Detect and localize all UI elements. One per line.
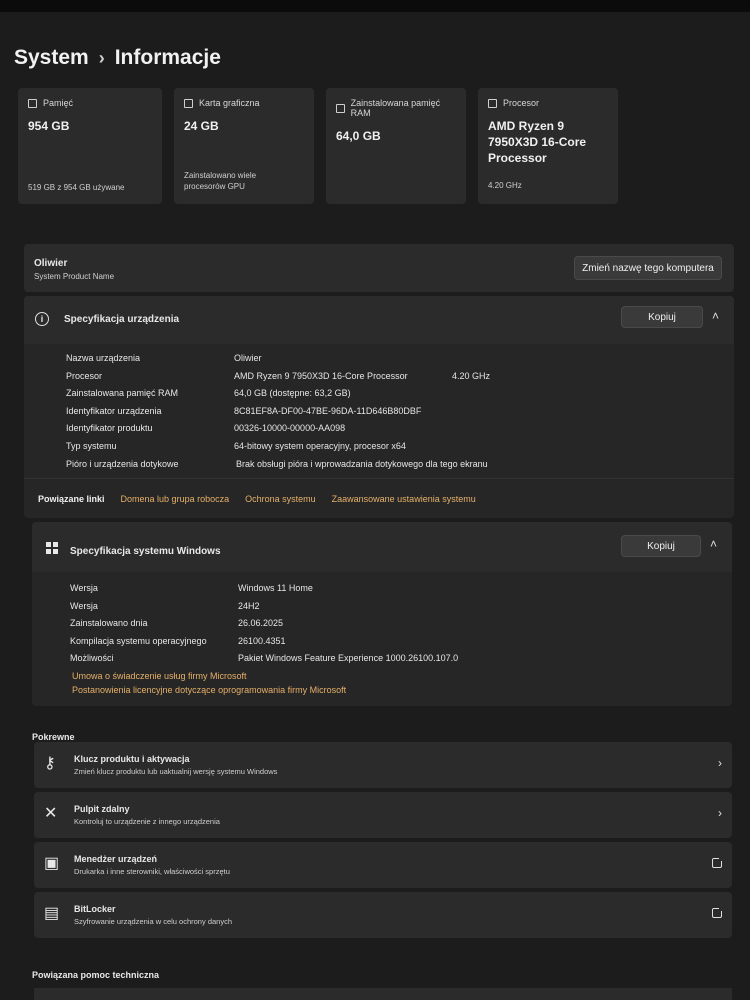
windows-spec-header[interactable]: Specyfikacja systemu Windows Kopiuj ˄: [32, 522, 732, 572]
divider: [24, 478, 734, 479]
rename-pc-button[interactable]: Zmień nazwę tego komputera: [574, 256, 722, 280]
spec-key: Zainstalowana pamięć RAM: [66, 388, 179, 399]
chevron-up-icon[interactable]: ˄: [710, 537, 717, 551]
related-item-desc: Drukarka i inne sterowniki, właściwości …: [74, 867, 230, 876]
spec-value: Brak obsługi pióra i wprowadzania dotyko…: [236, 458, 488, 469]
chevron-right-icon: ›: [718, 756, 722, 770]
device-manager-icon: ▣: [44, 855, 60, 872]
copy-windows-spec-button[interactable]: Kopiuj: [621, 535, 701, 557]
card-sub: 519 GB z 954 GB używane: [28, 183, 125, 192]
link-advanced-settings[interactable]: Zaawansowane ustawienia systemu: [332, 494, 476, 504]
link-system-protection[interactable]: Ochrona systemu: [245, 494, 316, 504]
spec-value: Windows 11 Home: [238, 583, 313, 593]
open-external-icon: [712, 857, 723, 868]
spec-value: 26100.4351: [238, 635, 286, 646]
gpu-icon: [184, 98, 193, 108]
card-title: Pamięć: [43, 98, 74, 108]
device-spec-list: Nazwa urządzenia Oliwier Procesor AMD Ry…: [66, 350, 716, 480]
related-item-title: Pulpit zdalny: [74, 804, 130, 814]
related-item-device-manager[interactable]: ▣ Menedżer urządzeń Drukarka i inne ster…: [34, 842, 732, 888]
breadcrumb-parent[interactable]: System: [14, 46, 89, 70]
related-item-desc: Zmień klucz produktu lub uaktualnij wers…: [74, 767, 278, 776]
chevron-up-icon[interactable]: ˄: [712, 309, 719, 323]
cpu-icon: [488, 98, 497, 108]
spec-value: Oliwier: [234, 353, 262, 363]
spec-key: Możliwości: [70, 653, 114, 664]
card-title: Zainstalowana pamięć RAM: [350, 98, 441, 118]
open-external-icon: [712, 907, 723, 918]
related-item-desc: Szyfrowanie urządzenia w celu ochrony da…: [74, 917, 233, 926]
related-item-title: Menedżer urządzeń: [74, 854, 158, 864]
spec-value: 8C81EF8A-DF00-47BE-96DA-11D646B80DBF: [234, 405, 422, 416]
card-title: Procesor: [503, 98, 540, 108]
spec-key: Procesor: [66, 370, 103, 381]
device-spec-header[interactable]: i Specyfikacja urządzenia Kopiuj ˄: [24, 296, 734, 344]
spec-value: 24H2: [238, 600, 260, 611]
spec-key: Wersja: [70, 583, 98, 593]
card-value: AMD Ryzen 9 7950X3D 16-Core Processor: [488, 119, 587, 165]
card-value: 64,0 GB: [336, 129, 381, 143]
card-sub: Zainstalowano wiele procesorów GPU: [184, 171, 257, 191]
device-name-row: Oliwier System Product Name Zmień nazwę …: [24, 244, 734, 292]
spec-value: 64-bitowy system operacyjny, procesor x6…: [234, 441, 406, 451]
windows-spec-title: Specyfikacja systemu Windows: [70, 546, 221, 557]
related-links: Powiązane linki Domena lub grupa robocza…: [38, 494, 476, 504]
ram-icon: [336, 103, 345, 113]
settings-page: System › Informacje Pamięć 954 GB 519 GB…: [0, 0, 750, 1000]
card-cpu[interactable]: Procesor AMD Ryzen 9 7950X3D 16-Core Pro…: [478, 88, 618, 204]
windows-spec-section: Specyfikacja systemu Windows Kopiuj ˄ We…: [32, 522, 732, 706]
card-value: 954 GB: [28, 119, 70, 133]
product-name: System Product Name: [34, 272, 115, 281]
related-item-bitlocker[interactable]: ▤ BitLocker Szyfrowanie urządzenia w cel…: [34, 892, 732, 938]
spec-value: 26.06.2025: [238, 618, 284, 629]
storage-icon: [28, 98, 37, 108]
breadcrumb: System › Informacje: [14, 46, 221, 70]
chevron-right-icon: ›: [718, 806, 722, 820]
device-spec-section: i Specyfikacja urządzenia Kopiuj ˄ Nazwa…: [24, 296, 734, 518]
related-item-remote-desktop[interactable]: ✕ Pulpit zdalny Kontroluj to urządzenie …: [34, 792, 732, 838]
related-links-label: Powiązane linki: [38, 494, 105, 504]
card-sub: 4.20 GHz: [488, 181, 522, 190]
breadcrumb-separator: ›: [98, 47, 105, 68]
help-item-partial[interactable]: [34, 988, 732, 1000]
windows-spec-list: Wersja Windows 11 Home Wersja 24H2 Zains…: [70, 580, 720, 670]
spec-key: Zainstalowano dnia: [70, 618, 148, 629]
card-ram[interactable]: Zainstalowana pamięć RAM 64,0 GB: [326, 88, 466, 204]
key-icon: ⚷: [44, 755, 56, 772]
spec-key: Nazwa urządzenia: [66, 353, 141, 363]
link-domain-workgroup[interactable]: Domena lub grupa robocza: [121, 494, 230, 504]
remote-desktop-icon: ✕: [44, 805, 58, 822]
related-item-title: Klucz produktu i aktywacja: [74, 754, 190, 764]
device-spec-title: Specyfikacja urządzenia: [64, 314, 180, 325]
related-item-product-key[interactable]: ⚷ Klucz produktu i aktywacja Zmień klucz…: [34, 742, 732, 788]
card-storage[interactable]: Pamięć 954 GB 519 GB z 954 GB używane: [18, 88, 162, 204]
copy-device-spec-button[interactable]: Kopiuj: [621, 306, 703, 328]
card-title: Karta graficzna: [199, 98, 260, 108]
spec-key: Kompilacja systemu operacyjnego: [70, 635, 207, 646]
page-title: Informacje: [114, 46, 221, 69]
card-gpu[interactable]: Karta graficzna 24 GB Zainstalowano wiel…: [174, 88, 314, 204]
spec-value-extra: 4.20 GHz: [452, 370, 491, 381]
spec-value: 64,0 GB (dostępne: 63,2 GB): [234, 388, 351, 399]
related-item-desc: Kontroluj to urządzenie z innego urządze…: [74, 817, 220, 826]
spec-key: Wersja: [70, 600, 98, 611]
windows-logo-icon: [46, 542, 58, 554]
spec-key: Identyfikator urządzenia: [66, 405, 162, 416]
link-license-terms[interactable]: Postanowienia licencyjne dotyczące oprog…: [72, 682, 346, 700]
card-value: 24 GB: [184, 119, 219, 133]
spec-value: Pakiet Windows Feature Experience 1000.2…: [238, 653, 459, 664]
bitlocker-icon: ▤: [44, 905, 60, 922]
related-item-title: BitLocker: [74, 904, 116, 914]
help-heading: Powiązana pomoc techniczna: [32, 970, 160, 980]
device-name: Oliwier: [34, 258, 68, 269]
related-heading: Pokrewne: [32, 732, 75, 742]
spec-key: Pióro i urządzenia dotykowe: [66, 458, 179, 469]
spec-key: Identyfikator produktu: [66, 423, 153, 434]
spec-value: 00326-10000-00000-AA098: [234, 423, 346, 434]
spec-value: AMD Ryzen 9 7950X3D 16-Core Processor: [234, 370, 408, 381]
spec-key: Typ systemu: [66, 441, 117, 451]
info-icon: i: [35, 312, 49, 326]
windows-legal-links: Umowa o świadczenie usług firmy Microsof…: [72, 668, 722, 702]
